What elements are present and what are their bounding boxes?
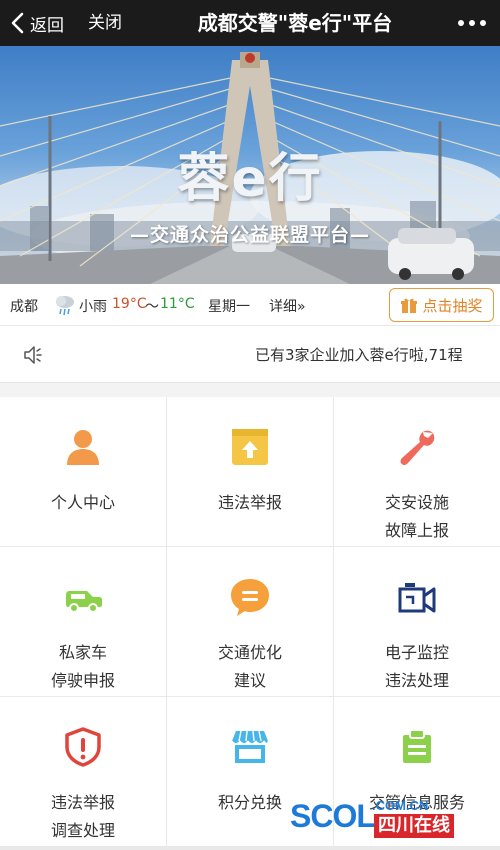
service-label: 个人中心 bbox=[50, 493, 115, 512]
service-label-line2: 违法处理 bbox=[384, 671, 449, 690]
weather-weekday: 星期一 bbox=[208, 299, 250, 315]
service-label: 违法举报 bbox=[50, 793, 115, 812]
weather-temp-separator: ～ bbox=[145, 299, 159, 315]
service-tile-private-car-suspension[interactable]: 私家车 停驶申报 bbox=[0, 547, 166, 696]
watermark-name: 四川在线 bbox=[374, 814, 454, 838]
weather-high-temp: 19°C bbox=[112, 296, 147, 312]
weather-detail-link[interactable]: 详细» bbox=[269, 296, 306, 316]
announcement-text: 已有3家企业加入蓉e行啦,71程 bbox=[255, 346, 463, 364]
shield-alert-icon bbox=[65, 727, 101, 767]
announcement-bar[interactable]: 已有3家企业加入蓉e行啦,71程 bbox=[0, 327, 500, 383]
back-label: 返回 bbox=[30, 15, 64, 36]
weather-low-temp: 11°C bbox=[160, 296, 195, 312]
more-options-icon[interactable] bbox=[453, 0, 486, 46]
services-grid: 个人中心 违法举报 交安设施 故障上报 私家车 停驶申报 交通优化 建议 电子监… bbox=[0, 397, 500, 850]
upload-report-icon bbox=[232, 429, 268, 465]
watermark-brand: SCOL bbox=[290, 798, 376, 834]
clipboard-icon bbox=[403, 729, 431, 763]
store-icon bbox=[231, 730, 269, 763]
lottery-button[interactable]: 点击抽奖 bbox=[389, 288, 494, 322]
scol-watermark: SCOL .COM.CN 四川在线 bbox=[290, 798, 480, 842]
service-tile-violation-report[interactable]: 违法举报 bbox=[167, 397, 333, 546]
lottery-label: 点击抽奖 bbox=[422, 296, 483, 315]
car-icon bbox=[66, 591, 102, 613]
camera-icon bbox=[398, 583, 436, 613]
weather-description: 小雨 bbox=[79, 299, 107, 315]
hero-banner[interactable]: 蓉e行 —交通众治公益联盟平台— bbox=[0, 46, 500, 284]
top-nav-bar: 返回 关闭 成都交警"蓉e行"平台 bbox=[0, 0, 500, 46]
service-label-line2: 调查处理 bbox=[50, 821, 115, 840]
service-label: 违法举报 bbox=[217, 493, 282, 512]
banner-logo-text: 蓉e行 bbox=[177, 149, 323, 209]
service-label: 交通优化 bbox=[217, 643, 282, 662]
chat-bubble-icon bbox=[231, 579, 269, 616]
chevron-left-icon bbox=[11, 12, 24, 34]
service-tile-facility-fault[interactable]: 交安设施 故障上报 bbox=[334, 397, 500, 546]
wrench-icon bbox=[400, 430, 435, 466]
service-label-line2: 建议 bbox=[233, 671, 266, 690]
weather-bar: 成都 小雨 19°C ～ 11°C 星期一 详细» 点击抽奖 bbox=[0, 284, 500, 326]
weather-city: 成都 bbox=[10, 299, 38, 315]
light-rain-icon bbox=[56, 296, 74, 316]
close-button[interactable]: 关闭 bbox=[88, 0, 122, 46]
service-tile-personal-center[interactable]: 个人中心 bbox=[0, 397, 166, 546]
service-tile-report-investigation[interactable]: 违法举报 调查处理 bbox=[0, 697, 166, 846]
service-tile-electronic-monitoring[interactable]: 电子监控 违法处理 bbox=[334, 547, 500, 696]
page-title: 成都交警"蓉e行"平台 bbox=[197, 11, 393, 35]
service-label-line2: 停驶申报 bbox=[50, 671, 115, 690]
service-label: 交安设施 bbox=[384, 493, 449, 512]
back-button[interactable]: 返回 bbox=[10, 0, 64, 46]
service-label: 电子监控 bbox=[384, 643, 449, 662]
service-label-line2: 故障上报 bbox=[384, 521, 449, 540]
person-icon bbox=[67, 430, 99, 465]
banner-slogan: —交通众治公益联盟平台— bbox=[129, 224, 370, 246]
watermark-domain: .COM.CN bbox=[372, 798, 429, 813]
gift-icon bbox=[401, 298, 418, 313]
service-tile-traffic-suggestion[interactable]: 交通优化 建议 bbox=[167, 547, 333, 696]
service-label: 私家车 bbox=[58, 643, 107, 662]
speaker-icon bbox=[24, 346, 42, 364]
